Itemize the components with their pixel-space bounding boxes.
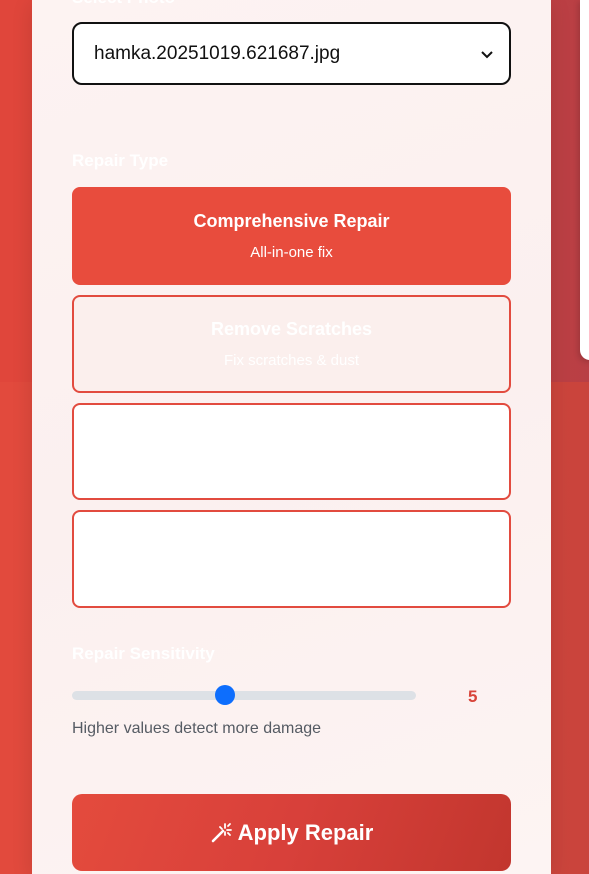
option-comprehensive-repair[interactable]: Comprehensive Repair All-in-one fix [72, 187, 511, 285]
magic-wand-icon [210, 822, 232, 844]
chevron-down-icon [481, 46, 493, 62]
sensitivity-value: 5 [468, 687, 478, 706]
option-card-4[interactable] [72, 510, 511, 608]
option-card-3[interactable] [72, 403, 511, 500]
sensitivity-hint: Higher values detect more damage [72, 720, 322, 737]
adjacent-card-edge [580, 0, 589, 360]
photo-select[interactable]: hamka.20251019.621687.jpg [72, 22, 511, 85]
option-title: Comprehensive Repair [193, 211, 390, 231]
apply-repair-label: Apply Repair [237, 819, 374, 845]
option-subtitle: All-in-one fix [250, 244, 333, 261]
sensitivity-slider[interactable] [72, 685, 416, 705]
repair-type-label: Repair Type [72, 151, 169, 170]
select-photo-label: Select Photo [72, 0, 175, 8]
option-title: Remove Scratches [210, 319, 373, 339]
option-subtitle: Fix scratches & dust [223, 352, 360, 369]
photo-select-value: hamka.20251019.621687.jpg [94, 42, 341, 64]
option-remove-scratches[interactable]: Remove Scratches Fix scratches & dust [72, 295, 511, 393]
slider-thumb[interactable] [214, 685, 235, 705]
repair-sensitivity-label: Repair Sensitivity [72, 644, 215, 663]
apply-repair-button[interactable]: Apply Repair [72, 794, 511, 871]
